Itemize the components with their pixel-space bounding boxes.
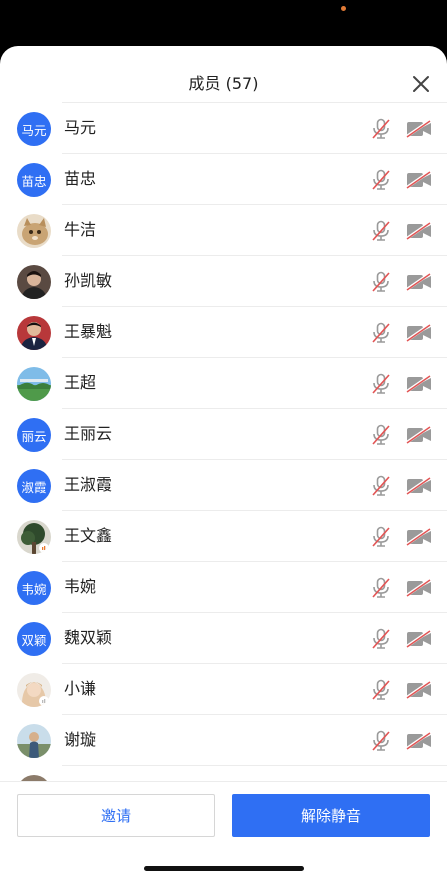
member-row[interactable]: 牛洁: [0, 205, 447, 256]
avatar: [17, 214, 51, 248]
member-name: 魏双颖: [64, 628, 113, 647]
camera-off-icon: [406, 273, 431, 291]
mic-muted-icon: [372, 373, 390, 394]
camera-off-icon: [406, 222, 431, 240]
footer-actions: 邀请 解除静音: [0, 781, 447, 877]
member-row[interactable]: 谢璇: [0, 715, 447, 766]
member-name: 王淑霞: [64, 475, 113, 494]
member-name: 王超: [64, 373, 97, 392]
avatar: [17, 520, 51, 554]
camera-off-icon: [406, 120, 431, 138]
unmute-all-button[interactable]: 解除静音: [232, 794, 430, 837]
mic-muted-icon: [372, 577, 390, 598]
mic-muted-icon: [372, 679, 390, 700]
avatar: 苗忠: [17, 163, 51, 197]
member-name: 王丽云: [64, 424, 113, 443]
member-row[interactable]: 马元 马元: [0, 103, 447, 154]
avatar: [17, 265, 51, 299]
mic-muted-icon: [372, 730, 390, 751]
page-title: 成员 (57): [188, 74, 259, 93]
avatar: [17, 673, 51, 707]
camera-off-icon: [406, 528, 431, 546]
member-name: 马元: [64, 118, 97, 137]
member-row[interactable]: 韦婉 韦婉: [0, 562, 447, 613]
member-name: 孙凯敏: [64, 271, 113, 290]
avatar: 马元: [17, 112, 51, 146]
avatar: 韦婉: [17, 571, 51, 605]
mic-muted-icon: [372, 526, 390, 547]
member-row[interactable]: 王暴魁: [0, 307, 447, 358]
member-name: 谢璇: [64, 730, 97, 749]
member-row[interactable]: 小谦: [0, 664, 447, 715]
member-row[interactable]: 丽云 王丽云: [0, 409, 447, 460]
camera-off-icon: [406, 579, 431, 597]
avatar: 丽云: [17, 418, 51, 452]
mic-muted-icon: [372, 322, 390, 343]
member-row[interactable]: 孙凯敏: [0, 256, 447, 307]
mic-muted-icon: [372, 424, 390, 445]
avatar: 淑霞: [17, 469, 51, 503]
mic-muted-icon: [372, 271, 390, 292]
member-row[interactable]: 靳頫: [0, 766, 447, 781]
camera-off-icon: [406, 426, 431, 444]
member-row[interactable]: 双颖 魏双颖: [0, 613, 447, 664]
close-icon[interactable]: [412, 75, 430, 93]
camera-off-icon: [406, 630, 431, 648]
mic-muted-icon: [372, 628, 390, 649]
member-name: 王文鑫: [64, 526, 113, 545]
member-name: 韦婉: [64, 577, 97, 596]
camera-off-icon: [406, 477, 431, 495]
home-indicator: [144, 866, 304, 871]
camera-off-icon: [406, 681, 431, 699]
member-row[interactable]: 苗忠 苗忠: [0, 154, 447, 205]
invite-button[interactable]: 邀请: [17, 794, 215, 837]
member-name: 苗忠: [64, 169, 97, 188]
mic-muted-icon: [372, 169, 390, 190]
sheet-header: 成员 (57): [62, 46, 447, 103]
mic-muted-icon: [372, 118, 390, 139]
status-indicator-dot: [341, 6, 346, 11]
member-row[interactable]: 王超: [0, 358, 447, 409]
avatar: [17, 724, 51, 758]
camera-off-icon: [406, 732, 431, 750]
members-sheet: 成员 (57) 马元 马元 苗忠 苗忠 牛洁 孙凯敏 王暴魁 王超 丽云 王丽云 淑霞 王淑霞 王文鑫韦…: [0, 46, 447, 877]
avatar: 双颖: [17, 622, 51, 656]
member-name: 王暴魁: [64, 322, 113, 341]
camera-off-icon: [406, 324, 431, 342]
member-list[interactable]: 马元 马元 苗忠 苗忠 牛洁 孙凯敏 王暴魁 王超 丽云 王丽云 淑霞 王淑霞 王文鑫 韦婉 韦婉 双颖 魏双颖…: [0, 103, 447, 781]
member-row[interactable]: 淑霞 王淑霞: [0, 460, 447, 511]
mic-muted-icon: [372, 475, 390, 496]
camera-off-icon: [406, 171, 431, 189]
camera-off-icon: [406, 375, 431, 393]
avatar: [17, 316, 51, 350]
member-row[interactable]: 王文鑫: [0, 511, 447, 562]
avatar: [17, 367, 51, 401]
member-name: 小谦: [64, 679, 97, 698]
member-name: 牛洁: [64, 220, 97, 239]
mic-muted-icon: [372, 220, 390, 241]
